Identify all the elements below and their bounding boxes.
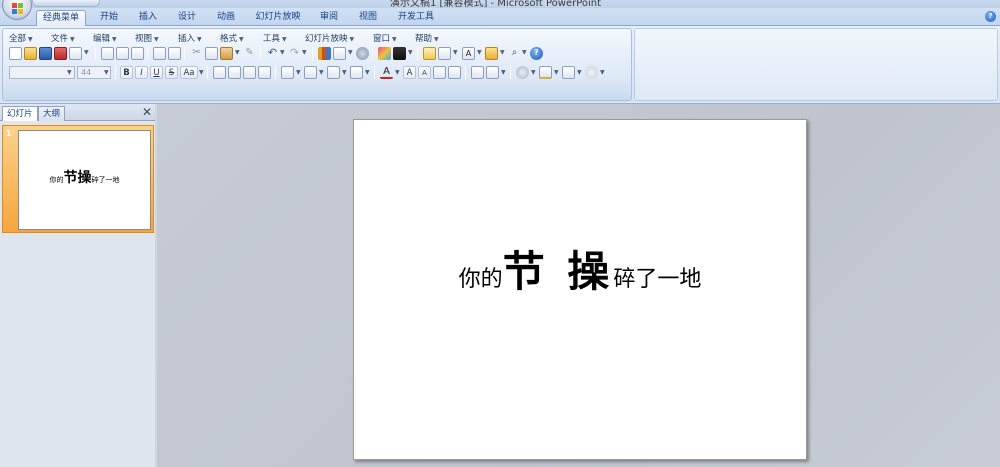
tab-view[interactable]: 视图: [353, 10, 383, 26]
tab-slides[interactable]: 幻灯片: [2, 106, 38, 121]
close-icon[interactable]: ✕: [142, 105, 152, 119]
menu-edit[interactable]: 编辑 ▼: [93, 32, 117, 44]
tab-outline[interactable]: 大纲: [38, 106, 66, 121]
help-circle-icon[interactable]: ?: [530, 47, 543, 60]
slide-editor: 你的节 操碎了一地: [157, 104, 1000, 467]
menu-view[interactable]: 视图 ▼: [135, 32, 159, 44]
menu-format[interactable]: 格式 ▼: [220, 32, 244, 44]
slide-thumbnail[interactable]: 你的节操碎了一地: [18, 130, 151, 230]
slide-number: 1: [6, 129, 12, 138]
ribbon-empty-area: [634, 28, 998, 101]
slide-text-suffix: 碎了一地: [613, 267, 702, 292]
slides-pane-tabs: 幻灯片 大纲 ✕: [0, 104, 156, 121]
increase-indent-icon[interactable]: [448, 66, 461, 79]
classic-menu-group: 全部 ▼ 文件 ▼ 编辑 ▼ 视图 ▼ 插入 ▼ 格式 ▼ 工具 ▼ 幻灯片放映 ▼ 窗口 ▼ 帮…: [2, 28, 632, 101]
change-case-button[interactable]: Aa: [180, 66, 198, 79]
undo-icon[interactable]: ↶: [266, 47, 279, 60]
new-slide-icon[interactable]: [423, 47, 436, 60]
quick-styles-icon[interactable]: [486, 66, 499, 79]
save-icon[interactable]: [39, 47, 52, 60]
shadow-effect-icon[interactable]: [585, 66, 598, 79]
tab-review[interactable]: 审阅: [314, 10, 344, 26]
help-icon[interactable]: ?: [985, 11, 996, 22]
cut-icon[interactable]: ✂: [190, 47, 203, 60]
ribbon: 全部 ▼ 文件 ▼ 编辑 ▼ 视图 ▼ 插入 ▼ 格式 ▼ 工具 ▼ 幻灯片放映 ▼ 窗口 ▼ 帮…: [0, 26, 1000, 104]
thumbnail-text: 你的节操碎了一地: [49, 170, 120, 186]
menu-all[interactable]: 全部 ▼: [9, 32, 33, 44]
email-icon[interactable]: [69, 47, 82, 60]
slide-thumbnail-selected[interactable]: 1 你的节操碎了一地: [2, 125, 154, 233]
spelling-icon[interactable]: [153, 47, 166, 60]
menu-file[interactable]: 文件 ▼: [51, 32, 75, 44]
title-bar: 演示文稿1 [兼容模式] - Microsoft PowerPoint: [0, 0, 1000, 8]
insert-chart-icon[interactable]: [318, 47, 331, 60]
grow-font-button[interactable]: A: [403, 66, 416, 79]
menu-slideshow[interactable]: 幻灯片放映 ▼: [305, 32, 354, 44]
insert-table-icon[interactable]: [333, 47, 346, 60]
slide-canvas[interactable]: 你的节 操碎了一地: [353, 119, 807, 460]
tab-home[interactable]: 开始: [94, 10, 124, 26]
print-preview-icon[interactable]: [116, 47, 129, 60]
numbering-icon[interactable]: [350, 66, 363, 79]
menu-help[interactable]: 帮助 ▼: [415, 32, 439, 44]
open-folder-icon[interactable]: [24, 47, 37, 60]
text-direction-icon[interactable]: [281, 66, 294, 79]
office-logo-icon: [12, 3, 24, 15]
new-icon[interactable]: [9, 47, 22, 60]
slide-text-prefix: 你的: [458, 267, 503, 292]
print-icon[interactable]: [101, 47, 114, 60]
font-name-combo[interactable]: [9, 66, 75, 79]
font-color-icon[interactable]: A: [380, 66, 393, 79]
arrange-icon[interactable]: [471, 66, 484, 79]
slide-text-emphasis: 节 操: [502, 247, 614, 296]
tab-slideshow[interactable]: 幻灯片放映: [250, 10, 306, 26]
tab-design[interactable]: 设计: [172, 10, 202, 26]
shape-fill-icon[interactable]: [539, 66, 552, 79]
justify-icon[interactable]: [258, 66, 271, 79]
standard-toolbar: ▼ ✂ ▼ ✎ ↶ ▼ ↷ ▼ ▼ ▼ ▼ A ▼ ▼ ⌕ ▼ ?: [7, 46, 607, 62]
shape-outline-icon[interactable]: [562, 66, 575, 79]
decrease-indent-icon[interactable]: [433, 66, 446, 79]
align-center-icon[interactable]: [228, 66, 241, 79]
format-painter-icon[interactable]: ✎: [243, 47, 256, 60]
quick-access-toolbar[interactable]: [32, 0, 100, 7]
ribbon-tab-row: 经典菜单 开始 插入 设计 动画 幻灯片放映 审阅 视图 开发工具 ?: [0, 8, 1000, 27]
paste-icon[interactable]: [220, 47, 233, 60]
menu-insert[interactable]: 插入 ▼: [178, 32, 202, 44]
tab-classic-menu[interactable]: 经典菜单: [36, 10, 86, 27]
shadow-button[interactable]: S: [165, 66, 178, 79]
shape-effects-icon[interactable]: [516, 66, 529, 79]
tab-insert[interactable]: 插入: [133, 10, 163, 26]
permission-icon[interactable]: [54, 47, 67, 60]
tab-developer[interactable]: 开发工具: [392, 10, 440, 26]
columns-icon[interactable]: [304, 66, 317, 79]
zoom-icon[interactable]: ⌕: [508, 47, 521, 60]
italic-button[interactable]: I: [135, 66, 148, 79]
insert-hyperlink-icon[interactable]: [356, 47, 369, 60]
shrink-font-button[interactable]: A: [418, 66, 431, 79]
slide-layout-icon[interactable]: [438, 47, 451, 60]
underline-button[interactable]: U: [150, 66, 163, 79]
research-icon[interactable]: [168, 47, 181, 60]
insert-picture-icon[interactable]: [378, 47, 391, 60]
menu-window[interactable]: 窗口 ▼: [373, 32, 397, 44]
copy-slide-icon[interactable]: [131, 47, 144, 60]
bullets-icon[interactable]: [327, 66, 340, 79]
slides-pane: 幻灯片 大纲 ✕ 1 你的节操碎了一地: [0, 104, 156, 467]
redo-icon[interactable]: ↷: [288, 47, 301, 60]
color-grayscale-icon[interactable]: [393, 47, 406, 60]
copy-icon[interactable]: [205, 47, 218, 60]
shapes-icon[interactable]: [485, 47, 498, 60]
align-left-icon[interactable]: [213, 66, 226, 79]
bold-button[interactable]: B: [120, 66, 133, 79]
window-title: 演示文稿1 [兼容模式] - Microsoft PowerPoint: [390, 0, 602, 8]
slide-text-box[interactable]: 你的节 操碎了一地: [354, 238, 806, 299]
text-box-icon[interactable]: A: [462, 47, 475, 60]
menu-tools[interactable]: 工具 ▼: [263, 32, 287, 44]
formatting-toolbar: ▼ 44 ▼ B I U S Aa ▼ ▼ ▼ ▼ ▼ A ▼ A A ▼ ▼ …: [7, 65, 627, 81]
align-right-icon[interactable]: [243, 66, 256, 79]
tab-animation[interactable]: 动画: [211, 10, 241, 26]
